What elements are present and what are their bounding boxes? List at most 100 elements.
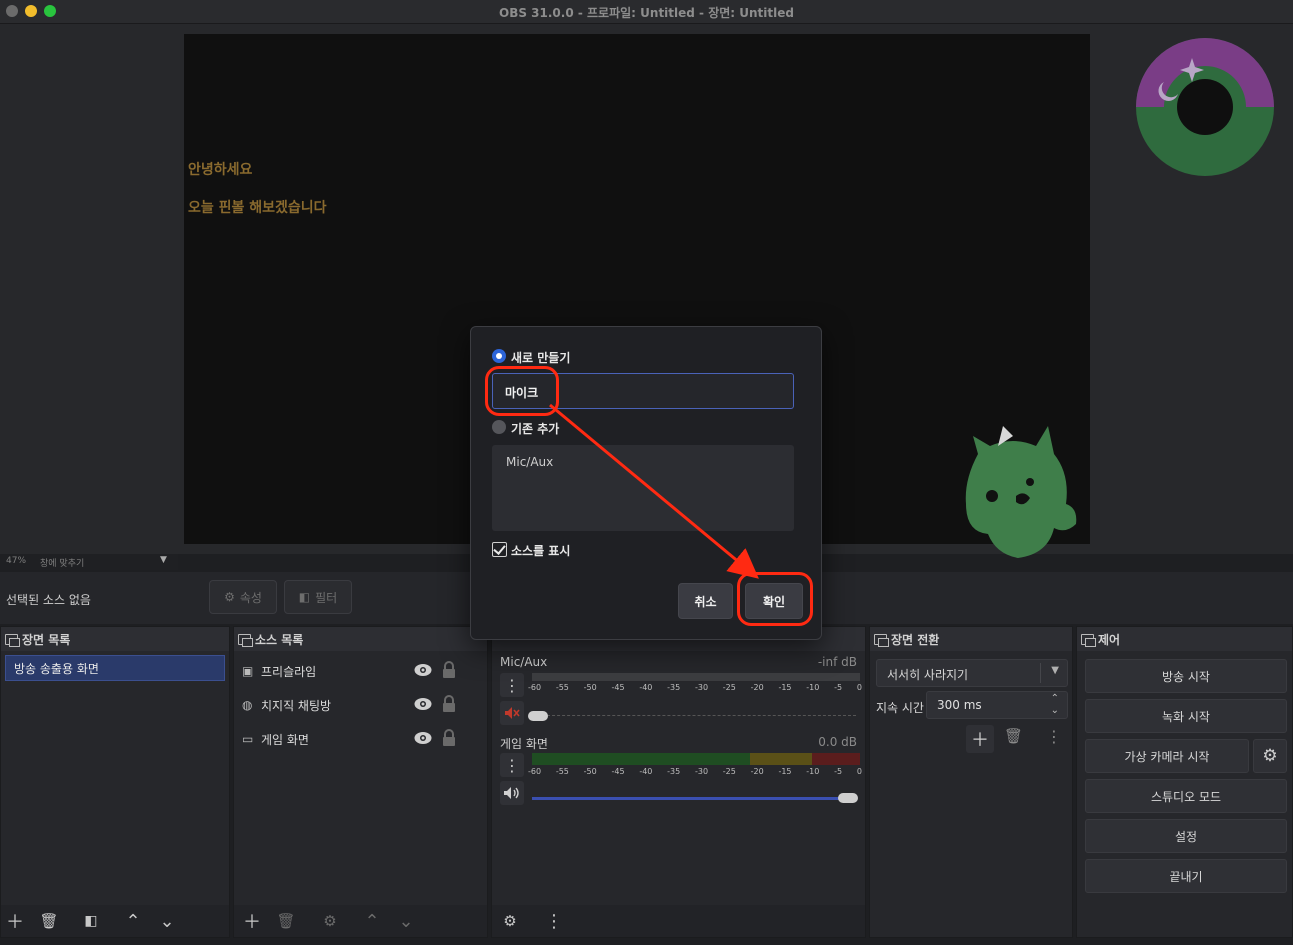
start-virtual-camera-button[interactable]: 가상 카메라 시작 — [1085, 739, 1249, 773]
transitions-dock: 장면 전환 서서히 사라지기 ▼ 지속 시간 300 ms ⌃ ⌄ ＋ 🗑 ⋮ — [869, 626, 1073, 938]
volume-slider-knob[interactable] — [528, 711, 548, 721]
selected-source-label: 선택된 소스 없음 — [6, 593, 91, 607]
spin-arrows-icon[interactable]: ⌃ ⌄ — [1051, 693, 1059, 717]
mixer-channel-db: 0.0 dB — [818, 735, 857, 749]
visibility-eye-icon[interactable] — [414, 663, 432, 677]
move-up-chevron-icon[interactable]: ⌃ — [358, 907, 386, 935]
scale-tick: -35 — [667, 767, 681, 776]
monitor-icon: ▭ — [242, 732, 254, 746]
transition-select[interactable]: 서서히 사라지기 ▼ — [876, 659, 1068, 687]
properties-button[interactable]: ⚙ 속성 — [209, 580, 277, 614]
volume-meter — [532, 673, 860, 681]
remove-transition-trash-icon[interactable]: 🗑 — [1004, 727, 1023, 745]
scale-tick: 0 — [856, 767, 862, 776]
meter-scale: -60 -55 -50 -45 -40 -35 -30 -25 -20 -15 -10 -5 0 — [528, 683, 862, 692]
add-transition-plus-icon[interactable]: ＋ — [966, 725, 994, 753]
image-icon: ▣ — [242, 664, 254, 678]
zoom-bar[interactable]: 47% 창에 맞추기 ▼ — [0, 554, 178, 570]
chevron-down-icon[interactable]: ▼ — [160, 555, 167, 565]
scale-tick: -5 — [834, 683, 843, 692]
dock-undock-icon[interactable] — [1081, 633, 1096, 647]
list-item[interactable]: Mic/Aux — [506, 455, 780, 469]
audio-mixer-dock: Mic/Aux -inf dB ⋮ -60 -55 -50 -45 -40 -35 -30-… — [491, 626, 866, 938]
move-down-chevron-icon[interactable]: ⌄ — [392, 907, 420, 935]
volume-slider[interactable] — [532, 797, 856, 800]
mixer-menu-kebab-icon[interactable]: ⋮ — [540, 907, 568, 935]
mixer-footer: ⚙ ⋮ — [492, 905, 865, 937]
channel-menu-kebab-icon[interactable]: ⋮ — [500, 753, 524, 777]
scale-tick: -60 — [528, 683, 542, 692]
channel-logo — [1136, 38, 1274, 176]
add-scene-plus-icon[interactable]: ＋ — [1, 907, 29, 935]
source-properties-gear-icon[interactable]: ⚙ — [316, 907, 344, 935]
cancel-button[interactable]: 취소 — [678, 583, 733, 619]
transition-menu-kebab-icon[interactable]: ⋮ — [1046, 727, 1062, 746]
sources-dock: 소스 목록 ▣ 프리슬라임 ◍ 치지직 채팅방 ▭ 게임 화면 ＋ 🗑 ⚙ ⌃ … — [233, 626, 488, 938]
scale-tick: -50 — [583, 683, 597, 692]
mixer-settings-gear-icon[interactable]: ⚙ — [496, 907, 524, 935]
scale-tick: -45 — [611, 767, 625, 776]
mute-button[interactable] — [500, 781, 524, 805]
filters-button[interactable]: ◧ 필터 — [284, 580, 352, 614]
virtual-camera-gear-icon[interactable]: ⚙ — [1253, 739, 1287, 773]
create-new-radio[interactable] — [492, 349, 506, 363]
exit-button[interactable]: 끝내기 — [1085, 859, 1287, 893]
dock-undock-icon[interactable] — [238, 633, 253, 647]
remove-source-trash-icon[interactable]: 🗑 — [272, 907, 300, 935]
visibility-eye-icon[interactable] — [414, 697, 432, 711]
move-up-chevron-icon[interactable]: ⌃ — [119, 907, 147, 935]
scenes-dock: 장면 목록 방송 송출용 화면 ＋ 🗑 ◧ ⌃ ⌄ — [0, 626, 230, 938]
globe-icon: ◍ — [242, 698, 253, 712]
duration-spinbox[interactable]: 300 ms ⌃ ⌄ — [926, 691, 1068, 719]
properties-label: 속성 — [239, 590, 262, 605]
visibility-eye-icon[interactable] — [414, 731, 432, 745]
volume-slider-knob[interactable] — [838, 793, 858, 803]
scene-filters-icon[interactable]: ◧ — [77, 907, 105, 935]
add-existing-label: 기존 추가 — [511, 422, 560, 436]
add-source-plus-icon[interactable]: ＋ — [238, 907, 266, 935]
volume-slider[interactable] — [532, 715, 856, 718]
gear-icon: ⚙ — [224, 590, 235, 604]
source-name: 게임 화면 — [261, 732, 309, 747]
scale-tick: -40 — [639, 767, 653, 776]
remove-scene-trash-icon[interactable]: 🗑 — [35, 907, 63, 935]
source-item[interactable]: ▣ 프리슬라임 — [242, 657, 464, 685]
studio-mode-button[interactable]: 스튜디오 모드 — [1085, 779, 1287, 813]
scale-tick: -40 — [639, 683, 653, 692]
annotation-highlight-name — [485, 366, 559, 416]
add-existing-radio[interactable] — [492, 420, 506, 434]
lock-icon[interactable] — [442, 729, 456, 747]
lock-icon[interactable] — [442, 661, 456, 679]
scenes-dock-title: 장면 목록 — [22, 632, 71, 647]
settings-button[interactable]: 설정 — [1085, 819, 1287, 853]
annotation-highlight-ok — [737, 572, 813, 626]
channel-menu-kebab-icon[interactable]: ⋮ — [500, 673, 524, 697]
mute-button[interactable] — [500, 701, 524, 725]
start-recording-button[interactable]: 녹화 시작 — [1085, 699, 1287, 733]
zoom-fit-label[interactable]: 창에 맞추기 — [40, 556, 84, 569]
mixer-channel-name: 게임 화면 — [500, 737, 548, 751]
source-name: 프리슬라임 — [261, 664, 317, 679]
create-new-label: 새로 만들기 — [511, 351, 571, 365]
scale-tick: 0 — [856, 683, 862, 692]
transition-selected-value: 서서히 사라지기 — [887, 668, 969, 682]
overlay-text-line-2: 오늘 핀볼 해보겠습니다 — [188, 200, 327, 216]
lock-icon[interactable] — [442, 695, 456, 713]
window-title: OBS 31.0.0 - 프로파일: Untitled - 장면: Untitl… — [499, 6, 794, 20]
scale-tick: -20 — [750, 767, 764, 776]
scale-tick: -10 — [806, 683, 820, 692]
source-item[interactable]: ◍ 치지직 채팅방 — [242, 691, 464, 719]
dock-undock-icon[interactable] — [5, 633, 20, 647]
show-source-checkbox[interactable] — [492, 542, 507, 557]
source-item[interactable]: ▭ 게임 화면 — [242, 725, 464, 753]
scale-tick: -10 — [806, 767, 820, 776]
scale-tick: -25 — [722, 767, 736, 776]
existing-sources-list[interactable]: Mic/Aux — [492, 445, 794, 531]
filter-icon: ◧ — [298, 590, 311, 604]
dock-undock-icon[interactable] — [874, 633, 889, 647]
start-streaming-button[interactable]: 방송 시작 — [1085, 659, 1287, 693]
scene-item[interactable]: 방송 송출용 화면 — [5, 655, 225, 681]
move-down-chevron-icon[interactable]: ⌄ — [153, 907, 181, 935]
scale-tick: -60 — [528, 767, 542, 776]
transitions-dock-header: 장면 전환 — [870, 627, 1072, 651]
